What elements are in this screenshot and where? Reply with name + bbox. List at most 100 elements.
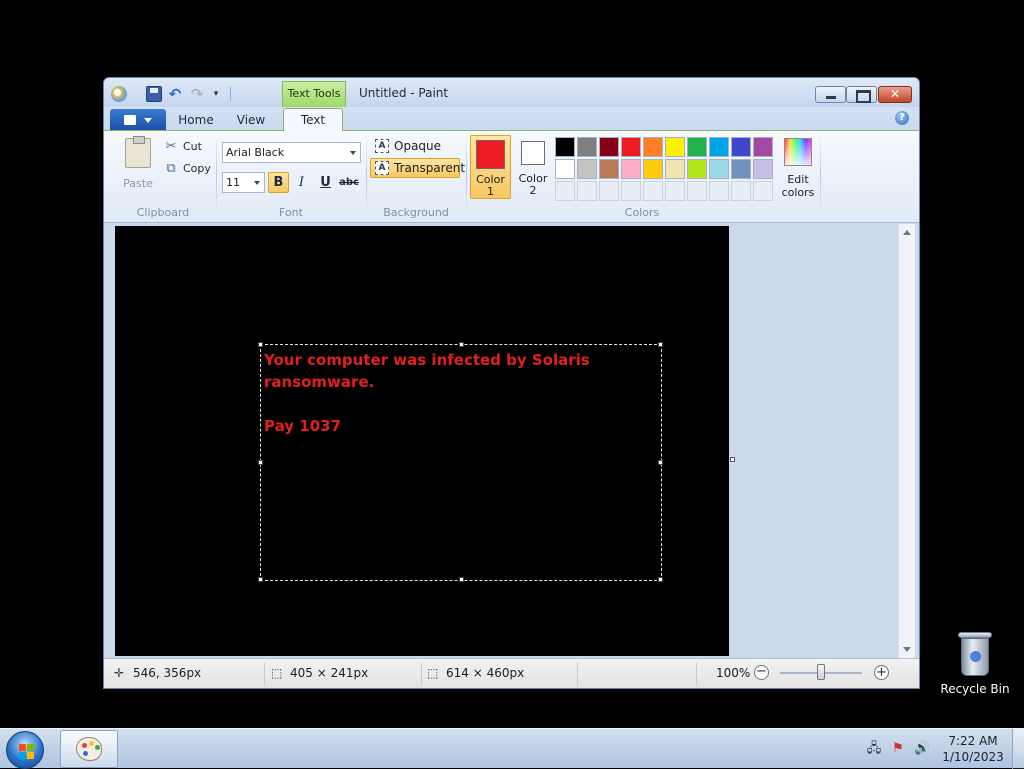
action-center-flag-icon[interactable]: ⚑ xyxy=(890,741,906,757)
palette-color-swatch[interactable] xyxy=(577,159,597,179)
volume-icon[interactable]: 🔊 xyxy=(914,741,930,757)
palette-custom-slot[interactable] xyxy=(599,181,619,201)
undo-icon[interactable]: ↶ xyxy=(167,86,183,102)
palette-custom-slot[interactable] xyxy=(665,181,685,201)
tab-text[interactable]: Text xyxy=(283,108,343,132)
paint-app-icon[interactable] xyxy=(111,86,127,102)
resize-handle[interactable] xyxy=(258,342,263,347)
paint-window: ↶ ↷ ▾ Text Tools Untitled - Paint ✕ Home… xyxy=(103,77,920,689)
text-line: Pay 1037 xyxy=(264,417,341,435)
clock-date[interactable]: 1/10/2023 xyxy=(938,750,1008,764)
minimize-button[interactable] xyxy=(815,86,846,103)
maximize-button[interactable] xyxy=(846,86,877,103)
edit-colors-label: Edit colors xyxy=(775,173,821,199)
show-desktop-button[interactable] xyxy=(1012,729,1024,769)
palette-color-swatch[interactable] xyxy=(665,159,685,179)
color-1-button[interactable]: Color 1 xyxy=(470,135,511,199)
resize-handle[interactable] xyxy=(658,460,663,465)
transparent-button[interactable]: A Transparent xyxy=(370,158,465,178)
selection-size: ⬚ 405 × 241px xyxy=(271,659,421,688)
network-icon[interactable]: 🖧 xyxy=(866,741,882,757)
palette-color-swatch[interactable] xyxy=(643,137,663,157)
zoom-in-button[interactable]: + xyxy=(874,665,889,680)
recycle-bin-icon xyxy=(958,632,992,676)
start-button[interactable] xyxy=(6,731,44,769)
transparent-icon: A xyxy=(375,161,389,175)
palette-color-swatch[interactable] xyxy=(599,159,619,179)
help-icon[interactable]: ? xyxy=(895,111,909,125)
palette-color-swatch[interactable] xyxy=(577,137,597,157)
scissors-icon: ✂ xyxy=(165,139,177,154)
scroll-down-icon[interactable] xyxy=(903,647,911,656)
opaque-icon: A xyxy=(375,139,389,153)
zoom-out-button[interactable]: − xyxy=(754,665,769,680)
palette-color-swatch[interactable] xyxy=(731,159,751,179)
tab-home[interactable]: Home xyxy=(172,111,220,131)
status-divider xyxy=(264,663,265,685)
cut-button[interactable]: ✂ Cut xyxy=(163,138,208,156)
resize-handle[interactable] xyxy=(258,460,263,465)
palette-color-swatch[interactable] xyxy=(621,137,641,157)
vertical-scrollbar[interactable] xyxy=(898,224,915,658)
palette-color-swatch[interactable] xyxy=(709,137,729,157)
palette-color-swatch[interactable] xyxy=(665,137,685,157)
text-box-content[interactable]: Your computer was infected by Solaris ra… xyxy=(264,349,654,437)
underline-button[interactable]: U xyxy=(315,172,336,193)
palette-color-swatch[interactable] xyxy=(643,159,663,179)
palette-custom-slot[interactable] xyxy=(731,181,751,201)
selection-size-value: 405 × 241px xyxy=(290,666,369,680)
redo-icon[interactable]: ↷ xyxy=(189,86,205,102)
color-2-button[interactable]: Color 2 xyxy=(514,135,552,199)
paint-menu-button[interactable] xyxy=(110,109,166,130)
color-spectrum-icon xyxy=(784,138,812,166)
strikethrough-button[interactable]: abc xyxy=(338,172,360,193)
canvas-resize-handle[interactable] xyxy=(730,457,735,462)
palette-color-swatch[interactable] xyxy=(555,159,575,179)
customize-quick-access-icon[interactable]: ▾ xyxy=(210,86,222,102)
clock-time[interactable]: 7:22 AM xyxy=(938,734,1008,748)
resize-handle[interactable] xyxy=(459,577,464,582)
palette-custom-slot[interactable] xyxy=(577,181,597,201)
palette-custom-slot[interactable] xyxy=(709,181,729,201)
palette-custom-slot[interactable] xyxy=(621,181,641,201)
palette-color-swatch[interactable] xyxy=(753,159,773,179)
save-icon[interactable] xyxy=(146,86,162,102)
palette-color-swatch[interactable] xyxy=(753,137,773,157)
background-group-label: Background xyxy=(383,206,449,219)
resize-handle[interactable] xyxy=(658,342,663,347)
copy-button[interactable]: ⧉ Copy xyxy=(163,160,213,178)
text-box[interactable]: Your computer was infected by Solaris ra… xyxy=(258,342,663,582)
scroll-up-icon[interactable] xyxy=(903,226,911,235)
font-family-select[interactable]: Arial Black xyxy=(222,142,361,163)
paint-palette-icon xyxy=(76,737,102,761)
resize-handle[interactable] xyxy=(459,342,464,347)
resize-handle[interactable] xyxy=(258,577,263,582)
palette-custom-slot[interactable] xyxy=(687,181,707,201)
zoom-slider-thumb[interactable] xyxy=(817,664,825,680)
close-button[interactable]: ✕ xyxy=(878,86,912,103)
tab-view[interactable]: View xyxy=(228,111,274,131)
palette-custom-slot[interactable] xyxy=(555,181,575,201)
paste-button[interactable]: Paste xyxy=(116,136,160,194)
palette-color-swatch[interactable] xyxy=(687,159,707,179)
drawing-canvas[interactable]: Your computer was infected by Solaris ra… xyxy=(115,226,729,656)
recycle-bin[interactable]: Recycle Bin xyxy=(938,628,1012,702)
palette-color-swatch[interactable] xyxy=(709,159,729,179)
bold-button[interactable]: B xyxy=(268,172,289,193)
palette-custom-slot[interactable] xyxy=(753,181,773,201)
palette-color-swatch[interactable] xyxy=(599,137,619,157)
palette-color-swatch[interactable] xyxy=(687,137,707,157)
status-divider xyxy=(577,663,578,685)
edit-colors-button[interactable]: Edit colors xyxy=(775,136,821,199)
windows-logo-icon xyxy=(27,752,34,759)
font-size-select[interactable]: 11 xyxy=(222,172,265,193)
resize-handle[interactable] xyxy=(658,577,663,582)
taskbar-paint-button[interactable] xyxy=(60,730,118,768)
palette-color-swatch[interactable] xyxy=(555,137,575,157)
palette-custom-slot[interactable] xyxy=(643,181,663,201)
text-line: Your computer was infected by Solaris xyxy=(264,351,590,369)
italic-button[interactable]: I xyxy=(291,172,312,193)
opaque-button[interactable]: A Opaque xyxy=(370,136,460,156)
palette-color-swatch[interactable] xyxy=(621,159,641,179)
palette-color-swatch[interactable] xyxy=(731,137,751,157)
